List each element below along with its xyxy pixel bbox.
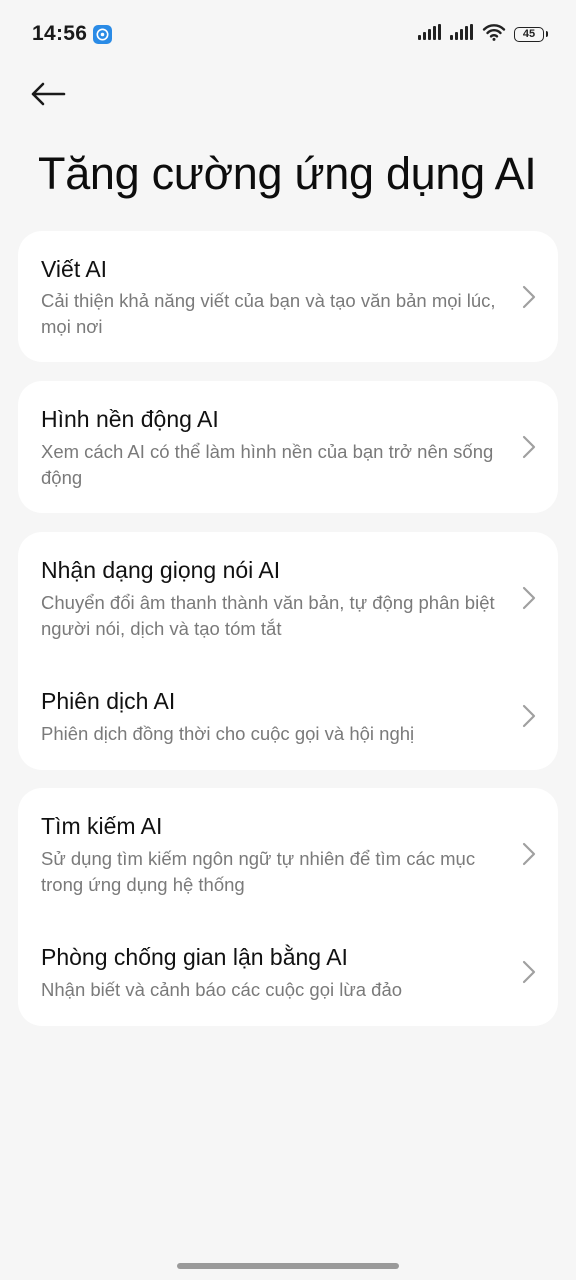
chevron-right-icon — [522, 586, 536, 610]
chevron-right-icon — [522, 960, 536, 984]
battery-icon: 45 — [514, 26, 548, 42]
back-button[interactable] — [30, 72, 86, 120]
item-description: Phiên dịch đồng thời cho cuộc gọi và hội… — [41, 723, 415, 744]
item-description: Chuyển đổi âm thanh thành văn bản, tự độ… — [41, 592, 495, 639]
item-description: Nhận biết và cảnh báo các cuộc gọi lừa đ… — [41, 979, 403, 1000]
chevron-right-icon — [522, 435, 536, 459]
page-title: Tăng cường ứng dụng AI — [38, 148, 537, 199]
home-indicator[interactable] — [177, 1263, 399, 1269]
item-title: Nhận dạng giọng nói AI — [41, 557, 281, 583]
item-title: Viết AI — [41, 256, 108, 282]
chevron-right-icon — [522, 842, 536, 866]
item-title: Phòng chống gian lận bằng AI — [41, 944, 348, 970]
battery-level: 45 — [522, 27, 536, 40]
card-hinh-nen-dong-ai: Hình nền động AI Xem cách AI có thể làm … — [18, 381, 558, 513]
item-title: Phiên dịch AI — [41, 688, 176, 714]
arrow-left-icon — [30, 82, 66, 111]
app-notification-icon — [93, 25, 112, 44]
item-title: Tìm kiếm AI — [41, 813, 163, 839]
chevron-right-icon — [522, 285, 536, 309]
status-time: 14:56 — [32, 22, 88, 45]
item-description: Cải thiện khả năng viết của bạn và tạo v… — [41, 290, 496, 337]
list-item-nhan-dang-giong-noi-ai[interactable]: Nhận dạng giọng nói AI Chuyển đổi âm tha… — [18, 532, 558, 665]
list-item-hinh-nen-dong-ai[interactable]: Hình nền động AI Xem cách AI có thể làm … — [18, 381, 558, 513]
status-bar: 14:56 45 — [0, 0, 576, 68]
list-item-viet-ai[interactable]: Viết AI Cải thiện khả năng viết của bạn … — [18, 231, 558, 362]
card-search-fraud: Tìm kiếm AI Sử dụng tìm kiếm ngôn ngữ tự… — [18, 788, 558, 1026]
card-voice-translate: Nhận dạng giọng nói AI Chuyển đổi âm tha… — [18, 532, 558, 770]
status-icons: 45 — [418, 23, 548, 46]
item-title: Hình nền động AI — [41, 406, 219, 432]
chevron-right-icon — [522, 704, 536, 728]
signal-icon — [418, 23, 442, 45]
card-viet-ai: Viết AI Cải thiện khả năng viết của bạn … — [18, 231, 558, 362]
item-description: Xem cách AI có thể làm hình nền của bạn … — [41, 441, 494, 488]
signal-icon — [450, 23, 474, 45]
list-item-tim-kiem-ai[interactable]: Tìm kiếm AI Sử dụng tìm kiếm ngôn ngữ tự… — [18, 788, 558, 921]
item-description: Sử dụng tìm kiếm ngôn ngữ tự nhiên để tì… — [41, 848, 476, 895]
list-item-phong-chong-gian-lan-ai[interactable]: Phòng chống gian lận bằng AI Nhận biết v… — [18, 921, 558, 1026]
wifi-icon — [482, 23, 506, 46]
list-item-phien-dich-ai[interactable]: Phiên dịch AI Phiên dịch đồng thời cho c… — [18, 665, 558, 770]
